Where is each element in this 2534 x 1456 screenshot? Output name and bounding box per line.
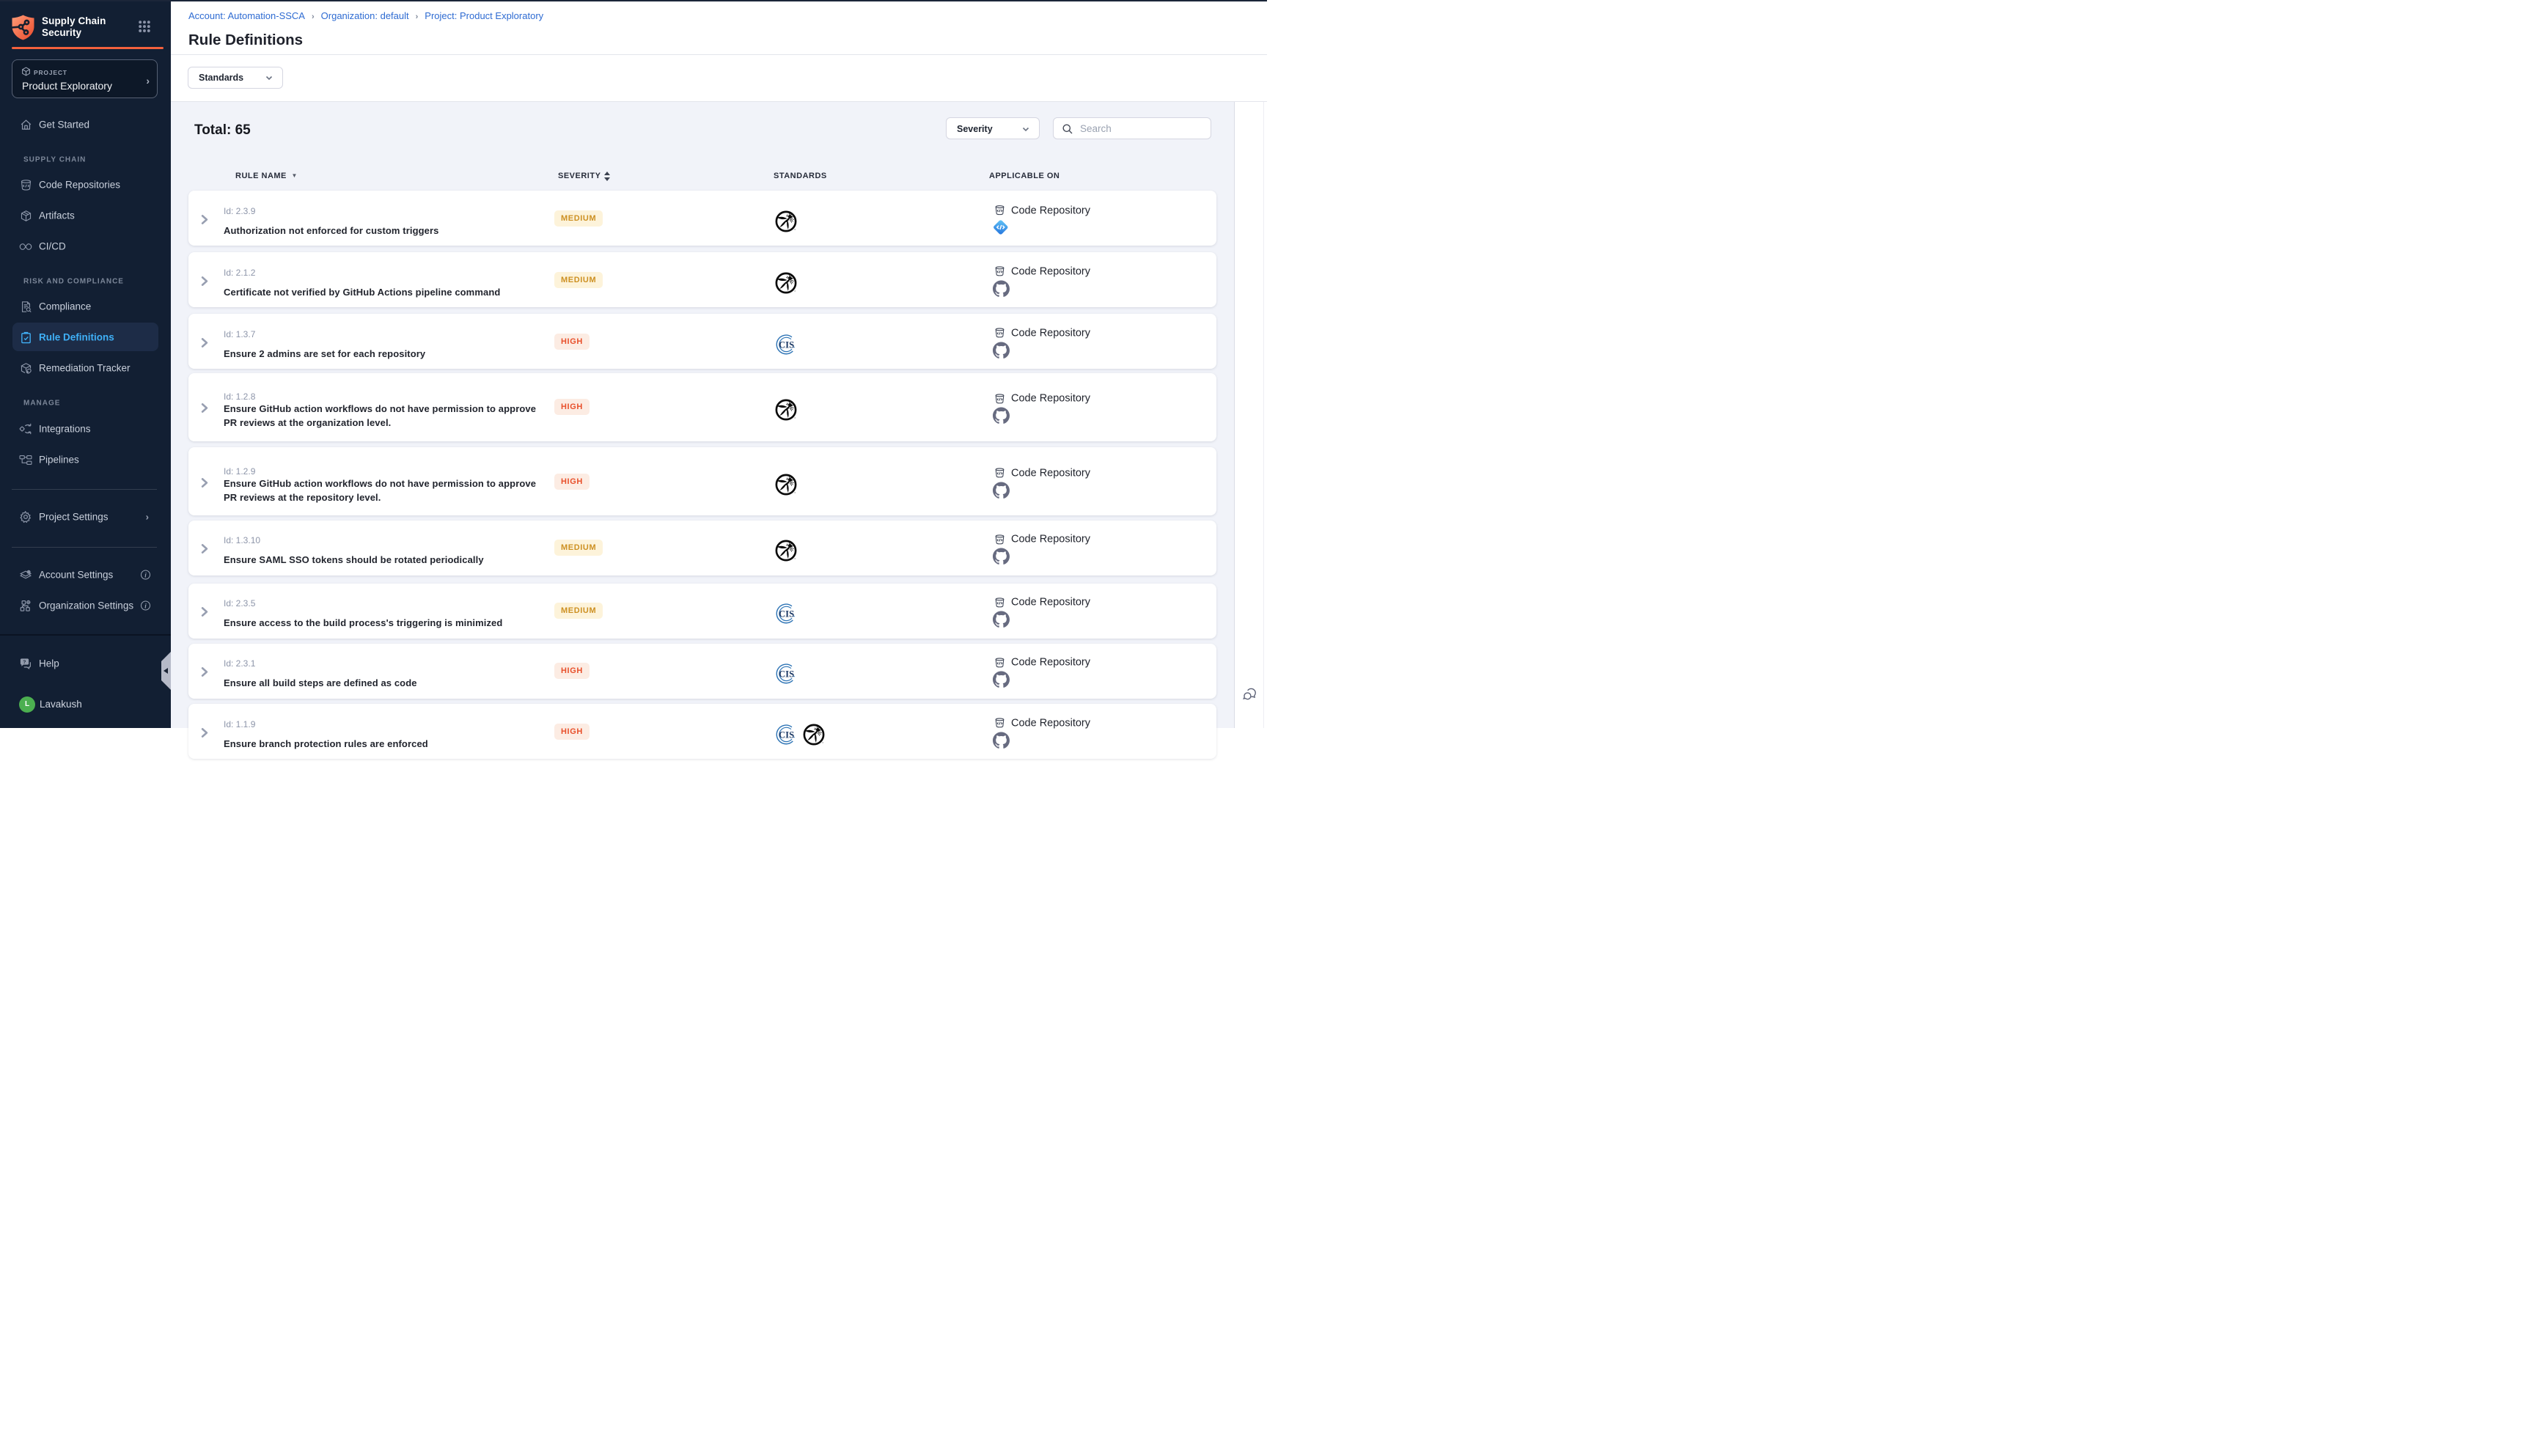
svg-text:CIS: CIS — [778, 609, 793, 619]
svg-text:CIS: CIS — [778, 669, 793, 680]
svg-text:CIS: CIS — [779, 729, 794, 740]
svg-text:CIS: CIS — [778, 339, 793, 350]
svg-text:?: ? — [23, 659, 26, 664]
